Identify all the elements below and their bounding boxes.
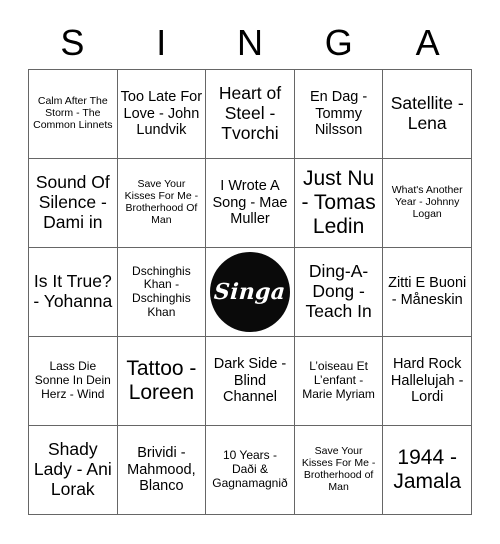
bingo-cell-label: Brividi - Mahmood, Blanco — [127, 445, 196, 495]
bingo-cell-label: 1944 - Jamala — [393, 446, 462, 493]
singa-logo-icon: Singa — [209, 252, 290, 332]
bingo-cell-label: Lass Die Sonne In Dein Herz - Wind — [34, 359, 111, 401]
bingo-cell[interactable]: Too Late For Love - John Lundvik — [117, 70, 207, 159]
bingo-cell-label: Dark Side - Blind Channel — [213, 356, 287, 406]
bingo-cell[interactable]: Heart of Steel - Tvorchi — [206, 70, 295, 159]
bingo-cell[interactable]: Hard Rock Hallelujah - Lordi — [383, 337, 472, 426]
bingo-cell[interactable]: Tattoo - Loreen — [117, 337, 207, 426]
bingo-cell[interactable]: Dschinghis Khan - Dschinghis Khan — [117, 248, 207, 337]
bingo-cell-label: Sound Of Silence - Dami in — [35, 172, 110, 232]
bingo-cell[interactable]: What's Another Year - Johnny Logan — [383, 159, 472, 248]
singa-logo-label: Singa — [213, 279, 287, 305]
bingo-cell[interactable]: Lass Die Sonne In Dein Herz - Wind — [29, 337, 118, 426]
bingo-cell-label: What's Another Year - Johnny Logan — [391, 184, 463, 220]
bingo-cell[interactable]: Calm After The Storm - The Common Linnet… — [29, 70, 118, 159]
bingo-header-letter-2: N — [236, 22, 263, 63]
bingo-cell-label: L’oiseau Et L’enfant - Marie Myriam — [302, 359, 375, 401]
bingo-cell[interactable]: Ding-A-Dong - Teach In — [294, 248, 384, 337]
bingo-cell[interactable]: Zitti E Buoni - Måneskin — [383, 248, 472, 337]
bingo-cell-label: 10 Years - Daði & Gagnamagnið — [212, 448, 288, 490]
bingo-cell[interactable]: 1944 - Jamala — [383, 426, 472, 515]
bingo-cell[interactable]: Brividi - Mahmood, Blanco — [117, 426, 207, 515]
bingo-cell-label: Is It True? - Yohanna — [33, 271, 113, 311]
bingo-cell-label: Save Your Kisses For Me - Brotherhood of… — [301, 445, 376, 493]
bingo-header: SINGA — [28, 18, 472, 68]
bingo-cell[interactable]: 10 Years - Daði & Gagnamagnið — [206, 426, 295, 515]
bingo-cell[interactable]: En Dag - Tommy Nilsson — [294, 70, 384, 159]
bingo-cell[interactable]: Sound Of Silence - Dami in — [29, 159, 118, 248]
bingo-cell-label: Satellite - Lena — [390, 93, 464, 133]
bingo-cell[interactable]: Just Nu - Tomas Ledin — [294, 159, 384, 248]
bingo-cell[interactable]: Shady Lady - Ani Lorak — [29, 426, 118, 515]
bingo-cell-label: Tattoo - Loreen — [126, 357, 197, 404]
bingo-cell-label: Heart of Steel - Tvorchi — [218, 83, 282, 143]
bingo-cell-label: Zitti E Buoni - Måneskin — [388, 275, 467, 308]
bingo-cell[interactable]: Is It True? - Yohanna — [29, 248, 118, 337]
bingo-cell-label: Just Nu - Tomas Ledin — [301, 167, 376, 238]
bingo-cell-label: Ding-A-Dong - Teach In — [305, 261, 372, 321]
bingo-cell-label: I Wrote A Song - Mae Muller — [212, 178, 288, 228]
bingo-header-letter-1: I — [156, 22, 167, 63]
bingo-cell[interactable]: Dark Side - Blind Channel — [206, 337, 295, 426]
bingo-cell[interactable]: L’oiseau Et L’enfant - Marie Myriam — [294, 337, 384, 426]
bingo-cell-label: Hard Rock Hallelujah - Lordi — [390, 356, 464, 406]
bingo-cell[interactable]: Save Your Kisses For Me - Brotherhood of… — [294, 426, 384, 515]
bingo-cell-label: Shady Lady - Ani Lorak — [33, 439, 112, 499]
bingo-card: S I N G A Calm After The Storm - The Common … — [0, 0, 500, 544]
bingo-cell-label: Save Your Kisses For Me - Brotherhood Of… — [124, 178, 199, 226]
bingo-cell-label: Dschinghis Khan - Dschinghis Khan — [132, 263, 191, 319]
bingo-header-letter-4: A — [415, 22, 440, 63]
bingo-cell[interactable]: Save Your Kisses For Me - Brotherhood Of… — [117, 159, 207, 248]
bingo-cell-label: En Dag - Tommy Nilsson — [309, 89, 368, 139]
bingo-cell-label: Calm After The Storm - The Common Linnet… — [33, 95, 113, 131]
bingo-header-letter-0: S — [60, 22, 85, 63]
bingo-cell[interactable]: I Wrote A Song - Mae Muller — [206, 159, 295, 248]
bingo-header-letter-3: G — [324, 22, 353, 63]
bingo-cell[interactable]: Satellite - Lena — [383, 70, 472, 159]
bingo-free-space[interactable]: Singa — [206, 248, 295, 337]
bingo-cell-label: Too Late For Love - John Lundvik — [120, 89, 203, 139]
bingo-grid: Calm After The Storm - The Common Linnet… — [28, 69, 472, 515]
